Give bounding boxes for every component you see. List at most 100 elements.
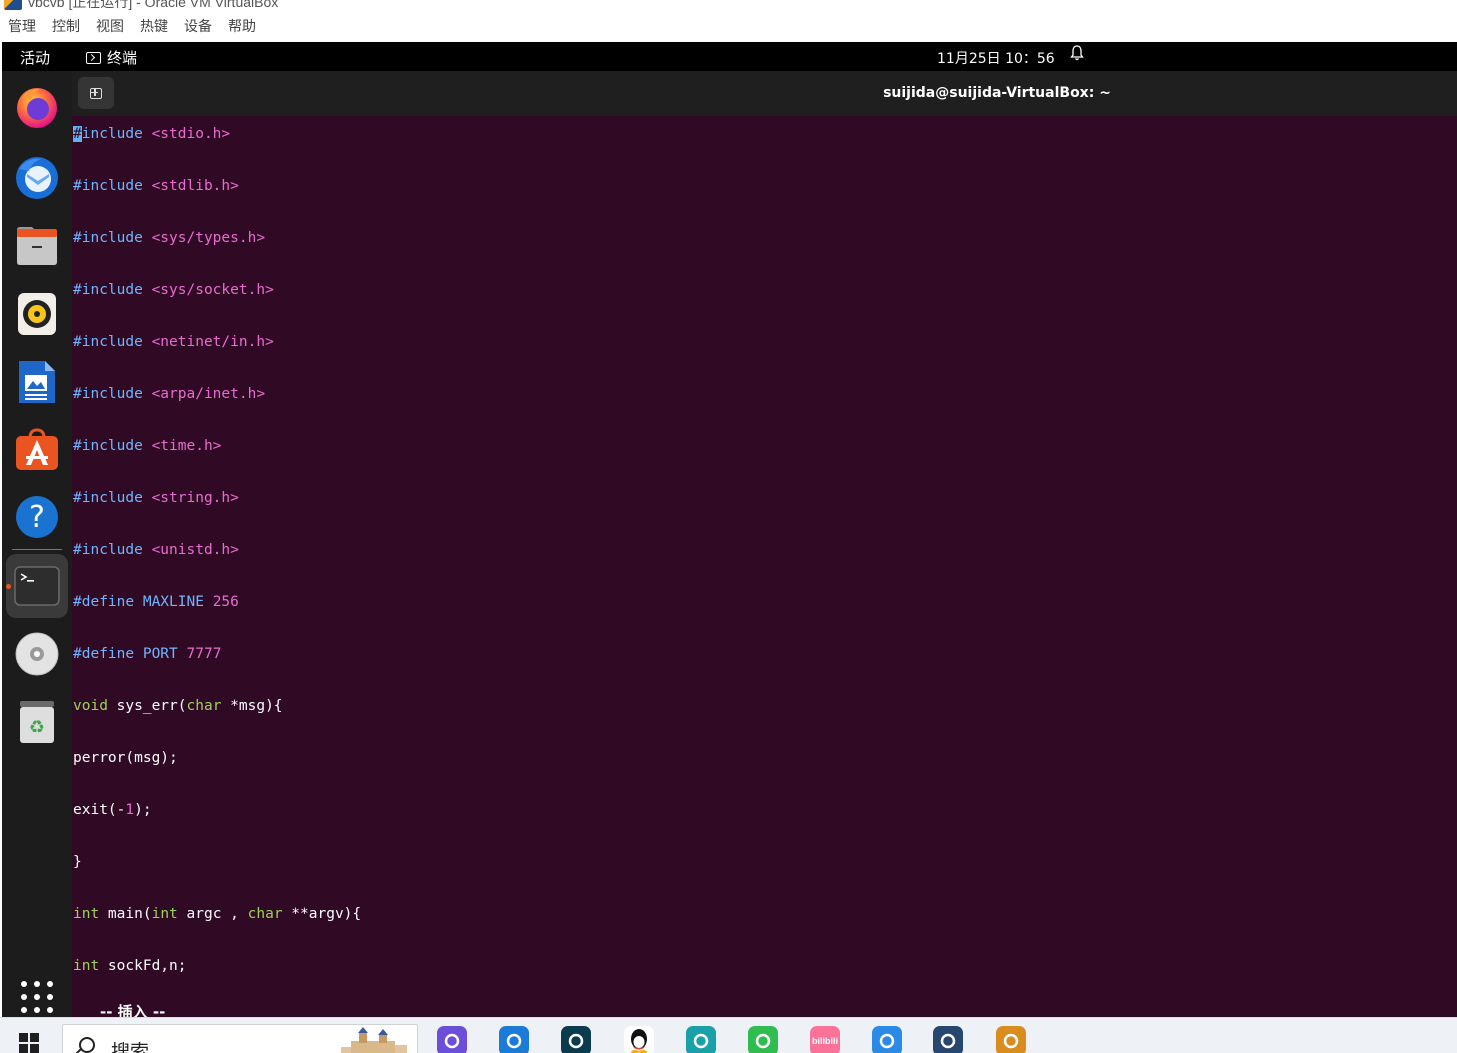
libreoffice-writer-icon[interactable] bbox=[12, 357, 62, 407]
code-token: *msg){ bbox=[221, 698, 283, 714]
menu-control[interactable]: 控制 bbox=[52, 16, 80, 36]
menu-help[interactable]: 帮助 bbox=[228, 16, 256, 36]
code-line: #define MAXLINE 256 bbox=[73, 589, 1457, 641]
code-line: #include <time.h> bbox=[73, 433, 1457, 485]
help-icon[interactable]: ? bbox=[12, 492, 62, 542]
dvd-icon[interactable] bbox=[12, 629, 62, 679]
app-menu-label: 终端 bbox=[107, 49, 138, 67]
code-token: int bbox=[73, 906, 100, 922]
code-token: main( bbox=[99, 906, 152, 922]
code-token: <time.h> bbox=[151, 438, 222, 454]
code-token: <string.h> bbox=[151, 490, 239, 506]
code-token: } bbox=[73, 854, 82, 870]
code-token: **argv){ bbox=[282, 906, 362, 922]
dock: ? ♻ bbox=[2, 71, 72, 1017]
bell-icon[interactable] bbox=[1070, 45, 1084, 61]
app-64-icon[interactable] bbox=[996, 1026, 1026, 1053]
activities-button[interactable]: 活动 bbox=[20, 47, 50, 68]
terminal-icon[interactable] bbox=[12, 561, 62, 611]
code-token: #include bbox=[73, 490, 152, 506]
code-line: #include <stdio.h> bbox=[73, 121, 1457, 173]
qq-icon[interactable] bbox=[624, 1026, 654, 1053]
code-token: <arpa/inet.h> bbox=[151, 386, 266, 402]
running-indicator bbox=[6, 584, 11, 589]
code-token: <netinet/in.h> bbox=[151, 334, 274, 350]
virtualbox-menubar: 管理 控制 视图 热键 设备 帮助 bbox=[0, 15, 1457, 37]
code-line: } bbox=[73, 849, 1457, 901]
bilibili-icon[interactable]: bilibili bbox=[810, 1026, 840, 1053]
svg-text:?: ? bbox=[29, 500, 45, 535]
rhythmbox-icon[interactable] bbox=[12, 289, 62, 339]
code-line: perror(msg); bbox=[73, 745, 1457, 797]
code-token: #include bbox=[73, 334, 152, 350]
code-line: #include <unistd.h> bbox=[73, 537, 1457, 589]
firefox-icon[interactable] bbox=[12, 82, 62, 132]
new-tab-icon bbox=[90, 87, 102, 99]
thunderbird-icon[interactable] bbox=[12, 152, 62, 202]
terminal-small-icon bbox=[86, 51, 101, 64]
menu-manage[interactable]: 管理 bbox=[8, 16, 36, 36]
guest-screen: 活动 终端 11月25日 10：56 ? ♻ suijida@suijida-V… bbox=[2, 42, 1457, 1017]
code-line: void sys_err(char *msg){ bbox=[73, 693, 1457, 745]
code-token: int bbox=[73, 958, 100, 974]
code-line: #define PORT 7777 bbox=[73, 641, 1457, 693]
trash-icon[interactable]: ♻ bbox=[12, 697, 62, 747]
code-token: void bbox=[73, 698, 108, 714]
taskbar-search[interactable]: 搜索 bbox=[62, 1024, 418, 1053]
menu-hotkeys[interactable]: 热键 bbox=[140, 16, 168, 36]
code-token: #define MAXLINE bbox=[73, 594, 213, 610]
code-token: ); bbox=[134, 802, 152, 818]
virtualbox-icon[interactable] bbox=[933, 1026, 963, 1053]
new-tab-button[interactable] bbox=[78, 77, 114, 109]
code-token: char bbox=[186, 698, 222, 714]
code-token: #include bbox=[73, 386, 152, 402]
windows-start-icon[interactable] bbox=[19, 1033, 39, 1053]
windows-taskbar: 搜索 bilibili bbox=[0, 1017, 1457, 1053]
code-token: #include bbox=[73, 438, 152, 454]
code-token: int bbox=[151, 906, 178, 922]
code-token: <sys/socket.h> bbox=[151, 282, 274, 298]
player-icon[interactable] bbox=[748, 1026, 778, 1053]
search-label: 搜索 bbox=[111, 1041, 150, 1053]
edge-icon[interactable] bbox=[686, 1026, 716, 1053]
code-token: <unistd.h> bbox=[151, 542, 239, 558]
code-token: sys_err( bbox=[107, 698, 187, 714]
code-line: #include <arpa/inet.h> bbox=[73, 381, 1457, 433]
ubuntu-software-icon[interactable] bbox=[12, 424, 62, 474]
code-token: #include bbox=[73, 282, 152, 298]
menu-devices[interactable]: 设备 bbox=[184, 16, 212, 36]
code-line: #include <string.h> bbox=[73, 485, 1457, 537]
code-token: exit(- bbox=[73, 802, 126, 818]
clock[interactable]: 11月25日 10：56 bbox=[937, 48, 1055, 68]
menu-view[interactable]: 视图 bbox=[96, 16, 124, 36]
app-menu[interactable]: 终端 bbox=[86, 47, 137, 68]
bilibili-label: bilibili bbox=[812, 1036, 838, 1046]
app-ring-icon[interactable] bbox=[561, 1026, 591, 1053]
show-applications-icon[interactable] bbox=[21, 981, 53, 1013]
svg-text:♻: ♻ bbox=[29, 717, 45, 738]
virtualbox-titlebar: vbcvb [正在运行] - Oracle VM VirtualBox bbox=[0, 0, 1457, 12]
code-line: #include <sys/socket.h> bbox=[73, 277, 1457, 329]
code-token: #include bbox=[73, 178, 152, 194]
code-token: include bbox=[81, 126, 152, 142]
castle-illustration-icon bbox=[341, 1027, 407, 1053]
code-line: int sockFd,n; bbox=[73, 953, 1457, 1005]
terminal-window[interactable]: suijida@suijida-VirtualBox: ~ #include <… bbox=[72, 71, 1457, 1017]
code-line: #include <stdlib.h> bbox=[73, 173, 1457, 225]
gnome-top-bar: 活动 终端 11月25日 10：56 bbox=[2, 42, 1457, 71]
terminal-headerbar bbox=[72, 71, 1457, 116]
ie-icon[interactable] bbox=[499, 1026, 529, 1053]
code-token: #include bbox=[73, 542, 152, 558]
app-purple-icon[interactable] bbox=[437, 1026, 467, 1053]
code-token: <stdio.h> bbox=[151, 126, 231, 142]
code-line: int main(int argc , char **argv){ bbox=[73, 901, 1457, 953]
files-icon[interactable] bbox=[12, 220, 62, 270]
virtualbox-logo-icon bbox=[4, 0, 22, 10]
app-circle-icon[interactable] bbox=[872, 1026, 902, 1053]
code-area[interactable]: #include <stdio.h> #include <stdlib.h> #in… bbox=[73, 121, 1457, 1005]
code-token: char bbox=[247, 906, 283, 922]
code-token: 7777 bbox=[186, 646, 222, 662]
code-line: #include <sys/types.h> bbox=[73, 225, 1457, 277]
code-token: argc , bbox=[177, 906, 248, 922]
code-line: exit(-1); bbox=[73, 797, 1457, 849]
